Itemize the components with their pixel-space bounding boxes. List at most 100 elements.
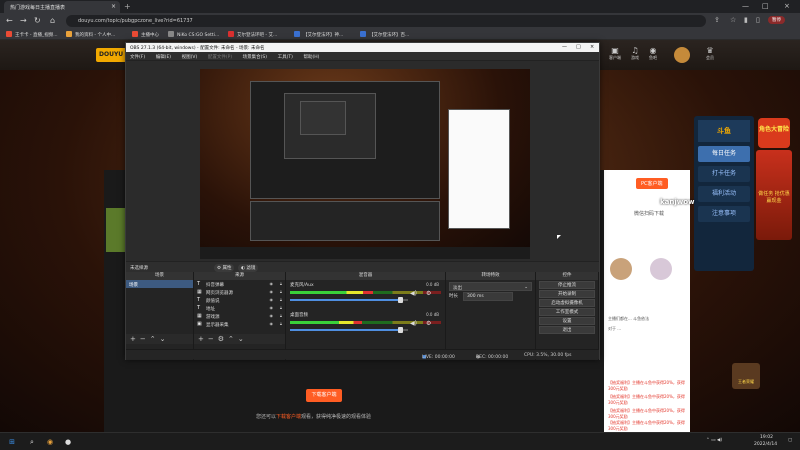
add-source-icon[interactable]: +: [198, 335, 208, 343]
speaker-icon[interactable]: ◀): [410, 290, 417, 297]
clock-time[interactable]: 19:02: [760, 435, 773, 440]
windows-start-icon[interactable]: ⊞: [6, 436, 18, 448]
extension-icon[interactable]: ▮: [744, 16, 748, 24]
back-icon[interactable]: ←: [6, 16, 13, 25]
speaker-icon[interactable]: ◀): [410, 320, 417, 327]
obs-minimize-icon[interactable]: —: [562, 44, 567, 50]
star-icon[interactable]: ☆: [730, 16, 736, 24]
settings-button[interactable]: 设置: [539, 317, 595, 325]
obs-close-icon[interactable]: ×: [590, 44, 594, 50]
lottery-text[interactable]: 【抽奖福利】主播在斗鱼中获得20%，获得300元奖励: [608, 408, 688, 420]
bookmark-item[interactable]: 主播中心: [132, 31, 159, 38]
streamer-avatar[interactable]: [610, 258, 632, 280]
notification-icon[interactable]: ▢: [788, 438, 792, 443]
bookmark-item[interactable]: 我的资料 - 个人中...: [66, 31, 115, 38]
menu-scene-collection[interactable]: 场景集合(S): [243, 55, 267, 60]
move-up-icon[interactable]: ⌃: [150, 335, 160, 343]
move-up-icon[interactable]: ⌃: [228, 335, 238, 343]
maximize-icon[interactable]: □: [762, 2, 769, 10]
source-settings-icon[interactable]: ⚙: [218, 335, 228, 343]
properties-button[interactable]: ⚙ 属性: [214, 264, 235, 272]
bookmark-item[interactable]: 【艾尔登法环】百...: [360, 31, 409, 38]
menu-profile[interactable]: 配置文件(P): [208, 55, 232, 60]
remove-scene-icon[interactable]: −: [140, 335, 150, 343]
studio-mode-button[interactable]: 工作室模式: [539, 308, 595, 316]
address-bar[interactable]: douyu.com/topic/pubgpczone_live?rid=6173…: [66, 15, 706, 27]
menu-help[interactable]: 帮助(H): [304, 55, 320, 60]
header-client-link[interactable]: ▣ 客户端: [605, 46, 625, 61]
add-scene-icon[interactable]: +: [130, 335, 140, 343]
download-hint-link[interactable]: 下载客户端: [276, 414, 301, 420]
new-tab-icon[interactable]: +: [124, 2, 131, 11]
browser-tab[interactable]: 热门游戏每日主播直播表 ×: [4, 1, 120, 13]
visibility-icon[interactable]: ◉: [270, 297, 274, 302]
chrome-icon[interactable]: ◉: [44, 436, 56, 448]
side-panel-item-notes[interactable]: 注意事项: [698, 206, 750, 222]
start-recording-button[interactable]: 开始录制: [539, 290, 595, 298]
pc-client-button[interactable]: PC客户端: [636, 178, 668, 189]
bookmark-item[interactable]: 王卡卡 - 直播_视频...: [6, 31, 58, 38]
sidebar-icon[interactable]: ▯: [756, 16, 760, 24]
remove-source-icon[interactable]: −: [208, 335, 218, 343]
move-down-icon[interactable]: ⌄: [160, 335, 170, 343]
volume-slider-handle[interactable]: [397, 327, 403, 333]
tab-close-icon[interactable]: ×: [111, 3, 116, 10]
bookmark-item[interactable]: 艾尔登法环吧 - 艾...: [228, 31, 277, 38]
menu-file[interactable]: 文件(F): [130, 55, 145, 60]
obs-preview[interactable]: [200, 69, 530, 259]
visibility-icon[interactable]: ◉: [270, 281, 274, 286]
lottery-text[interactable]: 【抽奖福利】主播在斗鱼中获得20%，获得300元奖励: [608, 420, 688, 432]
tray-icons[interactable]: ⌃ ▭ ◀): [706, 438, 722, 443]
clock-date[interactable]: 2022/4/14: [754, 442, 777, 447]
lock-icon[interactable]: 🔒︎: [280, 313, 282, 318]
move-down-icon[interactable]: ⌄: [238, 335, 248, 343]
forward-icon[interactable]: →: [20, 16, 27, 25]
menu-edit[interactable]: 编辑(E): [156, 55, 171, 60]
source-item[interactable]: ▣ 显示器采集 ◉ 🔒︎: [194, 320, 285, 328]
lock-icon[interactable]: 🔒︎: [280, 297, 282, 302]
side-panel-item-checkin[interactable]: 打卡任务: [698, 166, 750, 182]
share-icon[interactable]: ⇪: [714, 16, 720, 24]
stop-streaming-button[interactable]: 停止推流: [539, 281, 595, 289]
promo-banner[interactable]: 做任务 抢优惠 赢现金: [756, 150, 792, 240]
streamer-avatar[interactable]: [650, 258, 672, 280]
header-game-link[interactable]: ♫ 游戏: [625, 46, 645, 61]
source-item[interactable]: T 地址 ◉ 🔒︎: [194, 304, 285, 312]
bookmark-item[interactable]: 【艾尔登法环】神...: [294, 31, 343, 38]
scene-item[interactable]: 场景: [126, 280, 193, 288]
lock-icon[interactable]: 🔒︎: [280, 281, 282, 286]
volume-slider[interactable]: [290, 297, 408, 303]
home-icon[interactable]: ⌂: [50, 16, 55, 25]
visibility-icon[interactable]: ◉: [270, 321, 274, 326]
menu-tools[interactable]: 工具(T): [278, 55, 293, 60]
minimize-icon[interactable]: —: [742, 2, 749, 10]
obs-maximize-icon[interactable]: □: [576, 44, 581, 50]
transition-select[interactable]: 淡出 ⌄: [449, 282, 532, 291]
duration-input[interactable]: 300 ms: [463, 292, 513, 301]
promo-badge[interactable]: 角色大冒险: [758, 118, 790, 148]
channel-settings-icon[interactable]: ⚙: [426, 320, 431, 327]
virtual-camera-button[interactable]: 启动虚拟摄像机: [539, 299, 595, 307]
paused-badge[interactable]: 暂停: [768, 16, 785, 24]
bookmark-item[interactable]: NiKo CS:GO Setti...: [168, 31, 219, 38]
volume-slider-handle[interactable]: [397, 297, 403, 303]
channel-settings-icon[interactable]: ⚙: [426, 290, 431, 297]
side-panel-item-welfare[interactable]: 福利活动: [698, 186, 750, 202]
download-client-button[interactable]: 下载客户端: [306, 389, 342, 402]
side-panel-item-daily-task[interactable]: 每日任务: [698, 146, 750, 162]
lottery-text[interactable]: 【抽奖福利】主播在斗鱼中获得20%，获得300元奖励: [608, 394, 688, 406]
visibility-icon[interactable]: ◉: [270, 305, 274, 310]
header-fishbar-link[interactable]: ◉ 鱼吧: [643, 46, 663, 61]
lottery-text[interactable]: 【抽奖福利】主播在斗鱼中获得20%，获得300元奖励: [608, 380, 688, 392]
lock-icon[interactable]: 🔒︎: [280, 321, 282, 326]
obs-app-icon[interactable]: ●: [62, 436, 74, 448]
lock-icon[interactable]: 🔒︎: [280, 289, 282, 294]
reload-icon[interactable]: ↻: [34, 16, 41, 25]
promo-game-icon[interactable]: 王者荣耀: [732, 363, 760, 389]
source-item[interactable]: ▦ 网页浏览器源 ◉ 🔒︎: [194, 288, 285, 296]
exit-button[interactable]: 退出: [539, 326, 595, 334]
source-item[interactable]: T 抖音弹幕 ◉ 🔒︎: [194, 280, 285, 288]
menu-view[interactable]: 视图(V): [182, 55, 198, 60]
visibility-icon[interactable]: ◉: [270, 313, 274, 318]
lock-icon[interactable]: 🔒︎: [280, 305, 282, 310]
